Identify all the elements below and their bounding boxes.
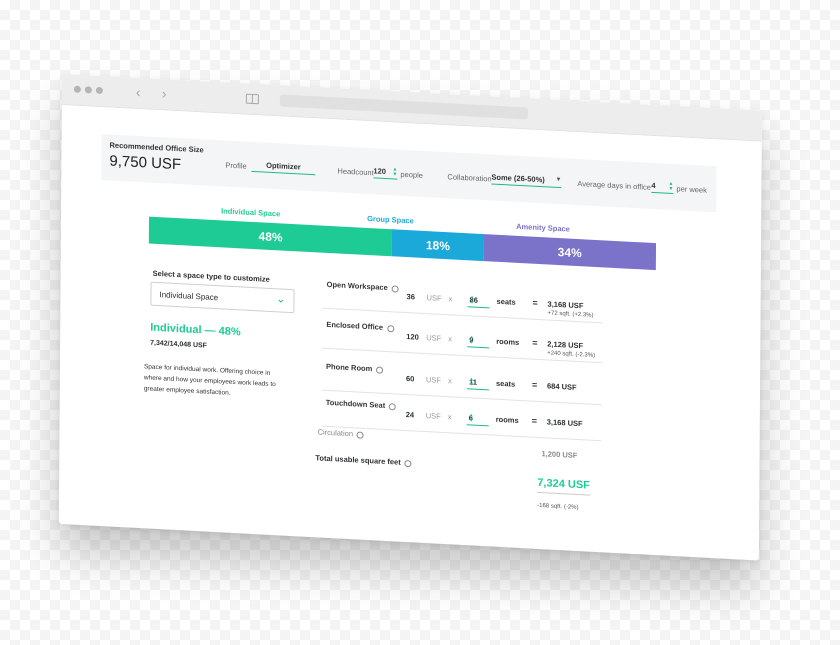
space-name-text: Open Workspace [326, 279, 388, 293]
group-space-label: Group Space [367, 213, 414, 226]
info-icon[interactable] [404, 459, 412, 467]
days-value: 4 [651, 180, 656, 191]
space-name: Open Workspace [327, 280, 399, 293]
total-text: Total usable square feet [315, 453, 401, 467]
space-type-value: Individual Space [159, 290, 219, 303]
count-stepper[interactable]: 9 ▲ ▼ [467, 330, 490, 349]
info-icon[interactable] [389, 402, 397, 411]
multiply-sign: x [448, 294, 453, 304]
space-name: Touchdown Seat [326, 398, 397, 411]
circulation-text: Circulation [317, 427, 354, 439]
total-value: 7,324 USF [537, 476, 590, 496]
summary-usf: 7,342/14,048 USF [150, 339, 208, 350]
circulation-value: 1,200 USF [541, 449, 578, 461]
info-icon[interactable] [391, 284, 399, 293]
browser-window: ‹ › Recommended Office Size 9,750 USF Pr… [58, 74, 762, 561]
total-delta: -168 sqft. (-2%) [537, 502, 579, 512]
individual-segment[interactable]: 48% [148, 216, 393, 257]
headcount-label: Headcount [337, 166, 374, 178]
space-name-text: Phone Room [326, 361, 373, 374]
row-delta: +72 sqft. (+2.3%) [547, 310, 594, 319]
space-description: Space for individual work. Offering choi… [143, 363, 276, 397]
window-dot-icon[interactable] [84, 86, 92, 94]
stepper-icon[interactable]: ▲ ▼ [470, 294, 489, 306]
amenity-space-label: Amenity Space [516, 221, 570, 234]
unit-label: seats [495, 378, 516, 389]
count-stepper[interactable]: 11 ▲ ▼ [466, 372, 490, 391]
tab-optimizer[interactable]: Optimizer [251, 159, 316, 176]
summary-title: Individual — 48% [150, 321, 241, 339]
usf-label: USF [426, 293, 442, 303]
individual-space-label: Individual Space [221, 206, 281, 219]
group-segment[interactable]: 18% [392, 229, 484, 262]
space-type-select[interactable]: Individual Space ⌄ [150, 281, 295, 314]
headcount-value: 120 [373, 166, 386, 176]
space-name-text: Enclosed Office [326, 319, 384, 332]
usf-label: USF [425, 411, 441, 421]
space-name: Phone Room [326, 361, 384, 374]
forward-icon[interactable]: › [162, 85, 167, 101]
row-total: 3,168 USF [546, 417, 583, 429]
browser-chrome: ‹ › [61, 74, 762, 142]
stepper-icon[interactable]: ▲ ▼ [469, 334, 488, 346]
options-header: Recommended Office Size 9,750 USF Profil… [101, 134, 717, 213]
unit-label: rooms [495, 414, 519, 425]
days-unit: per week [676, 184, 707, 195]
back-icon[interactable]: ‹ [136, 84, 141, 100]
amenity-segment[interactable]: 34% [483, 234, 657, 271]
usf-per-unit[interactable]: 24 [406, 410, 414, 419]
equals-sign: = [531, 379, 538, 390]
row-total: 684 USF [546, 381, 577, 392]
total-label: Total usable square feet [315, 453, 412, 467]
usf-per-unit[interactable]: 120 [406, 332, 419, 342]
equals-sign: = [532, 337, 538, 348]
multiply-sign: x [447, 412, 452, 422]
row-total: 3,168 USF [547, 299, 584, 311]
address-bar[interactable] [279, 94, 528, 120]
info-icon[interactable] [387, 324, 395, 332]
collaboration-value: Some (26-50%) [491, 172, 545, 185]
stepper-icon[interactable]: ▲ ▼ [392, 166, 397, 177]
multiply-sign: x [448, 334, 453, 344]
headcount-unit: people [400, 169, 423, 180]
usf-per-unit[interactable]: 36 [407, 292, 415, 301]
count-stepper[interactable]: 86 ▲ ▼ [467, 290, 490, 309]
row-delta: +240 sqft. (-2.3%) [547, 350, 596, 359]
info-icon[interactable] [376, 365, 384, 374]
row-total: 2,128 USF [547, 339, 584, 351]
window-dot-icon[interactable] [95, 86, 103, 95]
info-icon[interactable] [356, 430, 365, 439]
recommended-size-value: 9,750 USF [109, 152, 182, 174]
unit-label: seats [496, 296, 516, 307]
space-name: Enclosed Office [326, 319, 395, 333]
headcount-input[interactable]: 120 ▲ ▼ [373, 166, 397, 180]
caret-down-icon: ▼ [555, 176, 562, 184]
days-label: Average days in office [577, 179, 651, 192]
count-stepper[interactable]: 6 ▲ ▼ [466, 408, 489, 427]
stepper-icon[interactable]: ▲ ▼ [668, 181, 673, 192]
reader-icon[interactable] [245, 93, 259, 105]
select-space-label: Select a space type to customize [152, 268, 270, 284]
space-name-text: Touchdown Seat [325, 397, 386, 410]
stepper-icon[interactable]: ▲ ▼ [469, 412, 488, 424]
equals-sign: = [531, 415, 538, 426]
chevron-down-icon: ⌄ [276, 293, 286, 306]
collaboration-label: Collaboration [447, 172, 492, 184]
collaboration-select[interactable]: Some (26-50%) ▼ [491, 172, 562, 189]
usf-label: USF [425, 375, 442, 385]
usf-per-unit[interactable]: 60 [406, 374, 414, 383]
equals-sign: = [532, 297, 538, 308]
circulation-label: Circulation [317, 427, 365, 439]
unit-label: rooms [496, 336, 520, 347]
window-dot-icon[interactable] [73, 85, 81, 93]
multiply-sign: x [447, 376, 452, 386]
tab-profile[interactable]: Profile [225, 161, 246, 171]
usf-label: USF [426, 333, 442, 343]
days-input[interactable]: 4 ▲ ▼ [651, 180, 673, 195]
stepper-icon[interactable]: ▲ ▼ [469, 376, 488, 388]
